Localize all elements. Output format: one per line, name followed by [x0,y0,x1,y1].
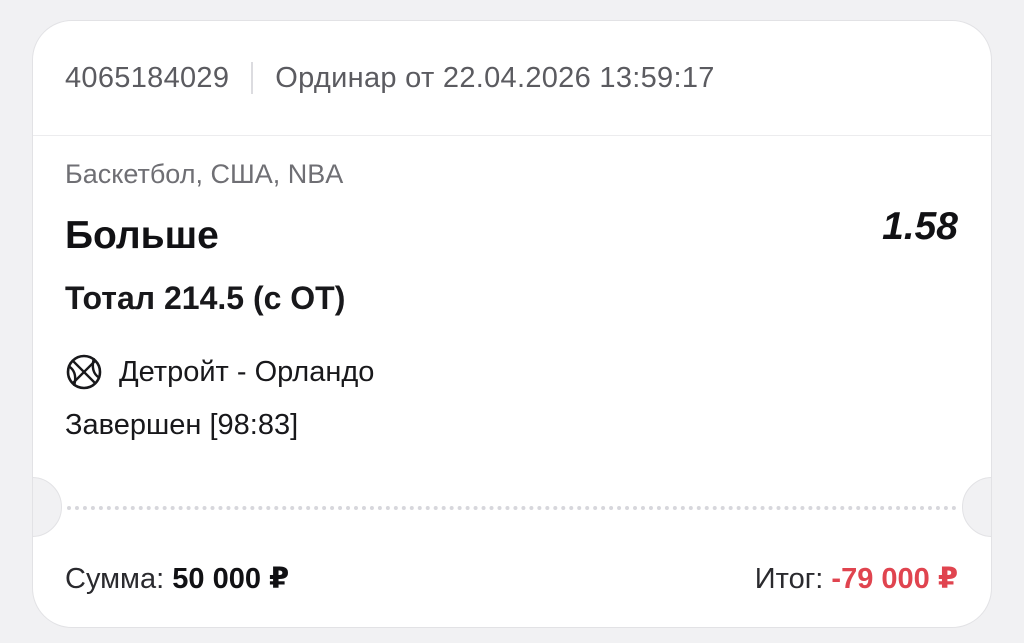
match-row[interactable]: Детройт - Орландо [65,353,374,391]
league-label: Баскетбол, США, NBA [65,159,344,189]
result-value: -79 000 ₽ [831,563,958,595]
ticket-notch-left [33,477,62,537]
header-divider [251,62,254,94]
match-status: Завершен [98:83] [65,409,299,441]
outcome-title: Больше [65,214,219,257]
bet-ticket-card[interactable]: 4065184029 Ординар от 22.04.2026 13:59:1… [32,20,992,628]
market-label: Тотал 214.5 (с ОТ) [65,280,346,316]
stake-label: Сумма: [65,563,165,595]
bet-type-date: Ординар от 22.04.2026 13:59:17 [275,61,715,94]
odds-value: 1.58 [882,205,958,248]
bet-id: 4065184029 [65,61,230,94]
stake-value: 50 000 ₽ [172,563,290,595]
result-label: Итог: [754,563,824,595]
ticket-header: 4065184029 Ординар от 22.04.2026 13:59:1… [33,21,991,136]
stake-row: Сумма: 50 000 ₽ [65,561,289,596]
ticket-notch-right [962,477,991,537]
result-row: Итог: -79 000 ₽ [755,561,958,596]
match-teams: Детройт - Орландо [119,355,375,388]
perforation-divider [67,506,957,510]
basketball-icon [65,353,103,391]
